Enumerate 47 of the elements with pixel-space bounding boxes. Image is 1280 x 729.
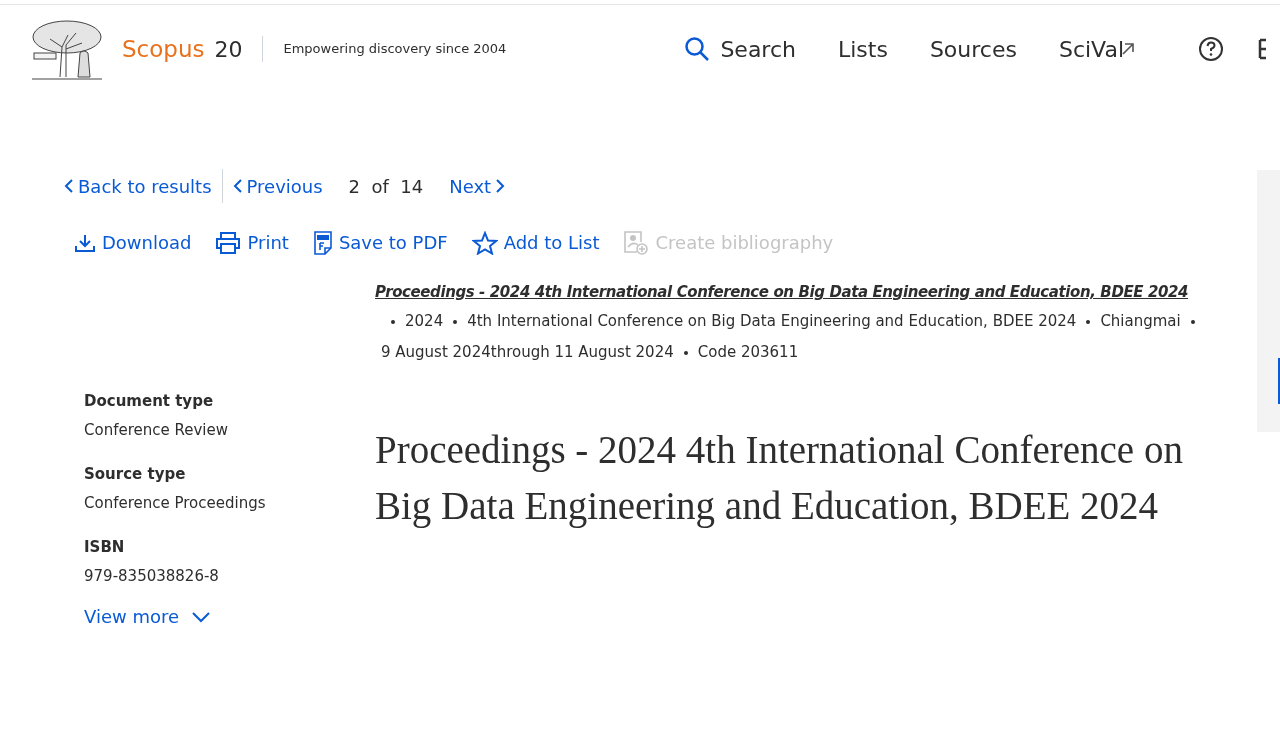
- external-link-icon: [1120, 41, 1137, 57]
- bullet-icon: [1086, 319, 1091, 324]
- source-title-link[interactable]: Proceedings - 2024 4th International Conference on Big Data Engineering and Education, BDEE 2024: [375, 280, 1189, 304]
- source-detail: Code 203611: [697, 342, 799, 363]
- back-to-results-link[interactable]: Back to results: [64, 172, 212, 200]
- page-counter: 2 of 14: [348, 174, 424, 199]
- action-button[interactable]: Download: [74, 229, 192, 256]
- document-title: Proceedings - 2024 4th International Conference on Big Data Engineering and Education, BDEE 2024: [375, 427, 1184, 530]
- metadata-label: ISBN: [84, 537, 126, 558]
- metadata-label: Source type: [84, 464, 187, 485]
- next-link[interactable]: Next: [449, 172, 506, 200]
- action-button[interactable]: Print: [215, 229, 289, 256]
- panel-accent-bar: [1278, 358, 1280, 404]
- nav-link[interactable]: Sources: [929, 32, 1017, 66]
- metadata-label: Document type: [84, 391, 215, 412]
- metadata-value: Conference Review: [84, 420, 229, 441]
- action-button[interactable]: Save to PDF: [312, 229, 448, 256]
- star-icon: [471, 230, 498, 255]
- view-more-link[interactable]: View more: [84, 603, 375, 630]
- chevron-left-icon: [232, 178, 243, 194]
- source-detail: 9 August 2024through 11 August 2024: [381, 342, 674, 363]
- help-icon[interactable]: [1198, 36, 1225, 62]
- bullet-icon: [391, 319, 395, 324]
- action-button[interactable]: Add to List: [471, 229, 600, 256]
- version-number: 20: [214, 35, 243, 64]
- pdf-document-icon: [312, 230, 333, 255]
- printer-icon: [215, 230, 242, 255]
- search-icon: [684, 36, 711, 62]
- nav-link[interactable]: SciVal: [1058, 32, 1137, 66]
- chevron-down-icon: [191, 610, 212, 623]
- source-detail: 4th International Conference on Big Data Engineering and Education, BDEE 2024: [467, 311, 1077, 332]
- download-icon: [74, 232, 96, 253]
- metadata-value: 979-835038826-8: [84, 566, 220, 587]
- nav-link[interactable]: Lists: [837, 32, 888, 66]
- previous-link[interactable]: Previous: [232, 172, 323, 200]
- tagline: Empowering discovery since 2004: [283, 40, 507, 59]
- metadata-value: Conference Proceedings: [84, 493, 267, 514]
- bullet-icon: [453, 319, 458, 324]
- search-link[interactable]: Search: [684, 32, 796, 66]
- chevron-right-icon: [495, 178, 506, 194]
- tree-logo-icon: [30, 17, 104, 81]
- source-detail: 2024: [405, 311, 444, 332]
- bullet-icon: [683, 350, 688, 355]
- bullet-icon: [1190, 319, 1195, 324]
- chevron-left-icon: [64, 178, 74, 194]
- source-detail: Chiangmai: [1100, 311, 1181, 332]
- bibliography-icon: [623, 229, 650, 256]
